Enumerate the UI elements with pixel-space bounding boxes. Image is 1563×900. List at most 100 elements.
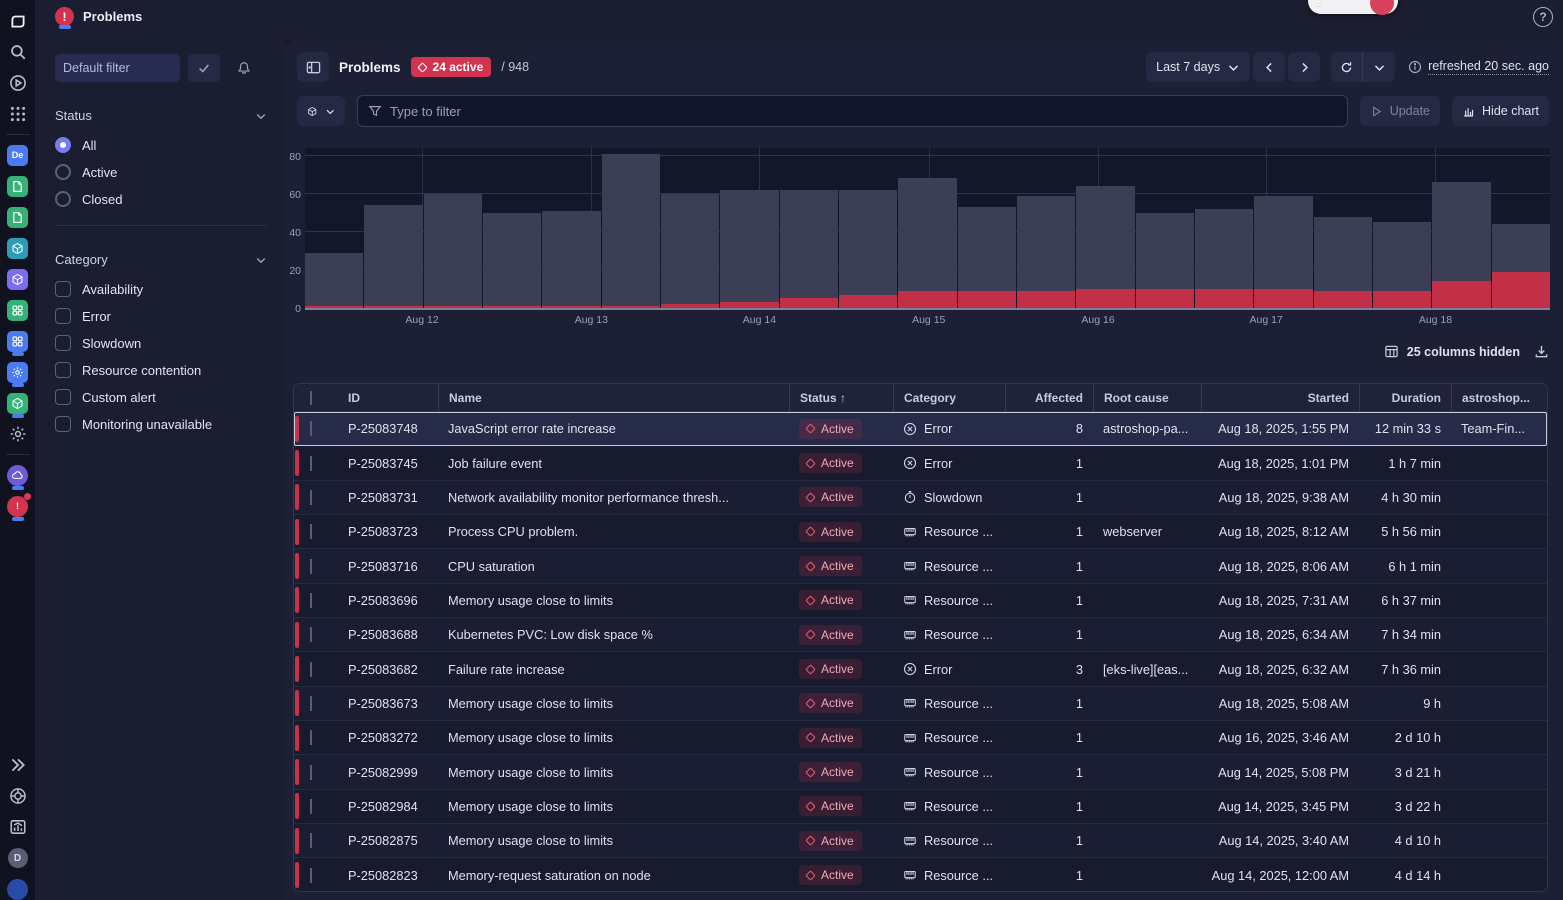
hide-chart-button[interactable]: Hide chart	[1452, 96, 1549, 126]
column-header-Duration[interactable]: Duration	[1359, 384, 1451, 412]
dem-app-icon[interactable]: De	[7, 144, 29, 166]
category-option-monitoring-unavailable[interactable]: Monitoring unavailable	[55, 416, 267, 432]
clouds-app-icon[interactable]	[7, 464, 29, 486]
stacked-bar[interactable]	[898, 178, 956, 308]
status-option-active[interactable]: Active	[55, 164, 267, 180]
checkbox-unchecked[interactable]	[55, 389, 71, 405]
table-row[interactable]: P-25082999Memory usage close to limitsAc…	[294, 755, 1547, 789]
launchpads-app-icon[interactable]	[7, 206, 29, 228]
notebooks-app-icon[interactable]	[7, 175, 29, 197]
status-section-header[interactable]: Status	[55, 108, 267, 123]
checkbox-unchecked[interactable]	[55, 335, 71, 351]
teams-app-icon[interactable]	[7, 299, 29, 321]
dashboards-app-icon[interactable]	[7, 330, 29, 352]
radio-unselected[interactable]	[55, 164, 71, 180]
row-checkbox[interactable]	[310, 696, 312, 711]
row-checkbox[interactable]	[310, 730, 312, 745]
refresh-options-button[interactable]	[1363, 52, 1395, 82]
row-checkbox[interactable]	[310, 833, 312, 848]
category-option-resource-contention[interactable]: Resource contention	[55, 362, 267, 378]
problems-app-icon[interactable]: !	[7, 495, 29, 517]
help-hub-icon[interactable]	[7, 785, 29, 807]
settings-icon[interactable]	[7, 423, 29, 445]
category-option-availability[interactable]: Availability	[55, 281, 267, 297]
alerting-bell-button[interactable]	[228, 54, 260, 82]
row-checkbox[interactable]	[310, 421, 312, 436]
row-checkbox[interactable]	[310, 524, 312, 539]
checkbox-unchecked[interactable]	[55, 281, 71, 297]
stacked-bar[interactable]	[424, 194, 482, 308]
status-option-closed[interactable]: Closed	[55, 191, 267, 207]
table-row[interactable]: P-25083748JavaScript error rate increase…	[294, 412, 1547, 446]
checkbox-unchecked[interactable]	[55, 308, 71, 324]
stacked-bar[interactable]	[1017, 196, 1075, 308]
column-header-Root cause[interactable]: Root cause	[1093, 384, 1201, 412]
category-option-slowdown[interactable]: Slowdown	[55, 335, 267, 351]
table-row[interactable]: P-25082875Memory usage close to limitsAc…	[294, 824, 1547, 858]
download-icon[interactable]	[1534, 344, 1549, 359]
chart-plot-area[interactable]	[305, 148, 1550, 308]
playback-icon[interactable]	[7, 72, 29, 94]
type-to-filter-input[interactable]	[390, 104, 1337, 119]
profile-icon[interactable]: D	[7, 847, 29, 869]
checkbox-unchecked[interactable]	[55, 416, 71, 432]
category-section-header[interactable]: Category	[55, 252, 267, 267]
saved-filter-input[interactable]	[55, 54, 180, 82]
automations-app-icon[interactable]	[7, 361, 29, 383]
category-option-custom-alert[interactable]: Custom alert	[55, 389, 267, 405]
status-option-all[interactable]: All	[55, 137, 267, 153]
refresh-button[interactable]	[1331, 52, 1363, 82]
row-checkbox[interactable]	[310, 662, 312, 677]
table-row[interactable]: P-25083716CPU saturationActiveResource .…	[294, 549, 1547, 583]
stacked-bar[interactable]	[780, 190, 838, 308]
kubernetes-app-icon[interactable]	[7, 237, 29, 259]
entity-scope-button[interactable]	[297, 96, 345, 126]
apply-filter-button[interactable]	[188, 54, 220, 82]
category-option-error[interactable]: Error	[55, 308, 267, 324]
refreshed-label[interactable]: refreshed 20 sec. ago	[1428, 59, 1549, 75]
table-row[interactable]: P-25083696Memory usage close to limitsAc…	[294, 584, 1547, 618]
stacked-bar[interactable]	[1136, 213, 1194, 308]
stacked-bar[interactable]	[542, 211, 600, 308]
table-row[interactable]: P-25083682Failure rate increaseActiveErr…	[294, 652, 1547, 686]
time-forward-button[interactable]	[1288, 52, 1320, 82]
row-checkbox[interactable]	[310, 799, 312, 814]
select-all-checkbox[interactable]	[310, 391, 312, 405]
column-header-astroshop...[interactable]: astroshop...	[1451, 384, 1547, 412]
services-app-icon[interactable]	[7, 268, 29, 290]
table-row[interactable]: P-25082823Memory-request saturation on n…	[294, 858, 1547, 892]
table-row[interactable]: P-25083688Kubernetes PVC: Low disk space…	[294, 618, 1547, 652]
table-row[interactable]: P-25083673Memory usage close to limitsAc…	[294, 687, 1547, 721]
column-header-Name[interactable]: Name	[438, 384, 789, 412]
collapse-sidebar-button[interactable]	[297, 52, 329, 82]
hidden-columns-button[interactable]: 25 columns hidden	[1384, 344, 1520, 359]
stacked-bar[interactable]	[1492, 224, 1550, 308]
checkbox-unchecked[interactable]	[55, 362, 71, 378]
stacked-bar[interactable]	[483, 213, 541, 308]
radio-unselected[interactable]	[55, 191, 71, 207]
time-back-button[interactable]	[1253, 52, 1285, 82]
deployments-app-icon[interactable]	[7, 392, 29, 414]
app-launcher-icon[interactable]	[7, 103, 29, 125]
collapse-rail-icon[interactable]	[7, 754, 29, 776]
column-header-Started[interactable]: Started	[1201, 384, 1359, 412]
stacked-bar[interactable]	[720, 190, 778, 308]
row-checkbox[interactable]	[310, 490, 312, 505]
stacked-bar[interactable]	[602, 154, 660, 308]
bottom-partial-icon[interactable]	[7, 878, 29, 900]
stacked-bar[interactable]	[1076, 186, 1134, 308]
stacked-bar[interactable]	[839, 190, 897, 308]
row-checkbox[interactable]	[310, 868, 312, 883]
column-header-Category[interactable]: Category	[893, 384, 1005, 412]
row-checkbox[interactable]	[310, 456, 312, 471]
table-row[interactable]: P-25083745Job failure eventActiveError1A…	[294, 446, 1547, 480]
row-checkbox[interactable]	[310, 627, 312, 642]
stacked-bar[interactable]	[1432, 182, 1490, 308]
search-icon[interactable]	[7, 41, 29, 63]
stacked-bar[interactable]	[1254, 196, 1312, 308]
stacked-bar[interactable]	[958, 207, 1016, 308]
stacked-bar[interactable]	[305, 253, 363, 308]
active-count-badge[interactable]: 24 active	[411, 57, 492, 77]
row-checkbox[interactable]	[310, 559, 312, 574]
column-header-Status[interactable]: Status ↑	[789, 384, 893, 412]
